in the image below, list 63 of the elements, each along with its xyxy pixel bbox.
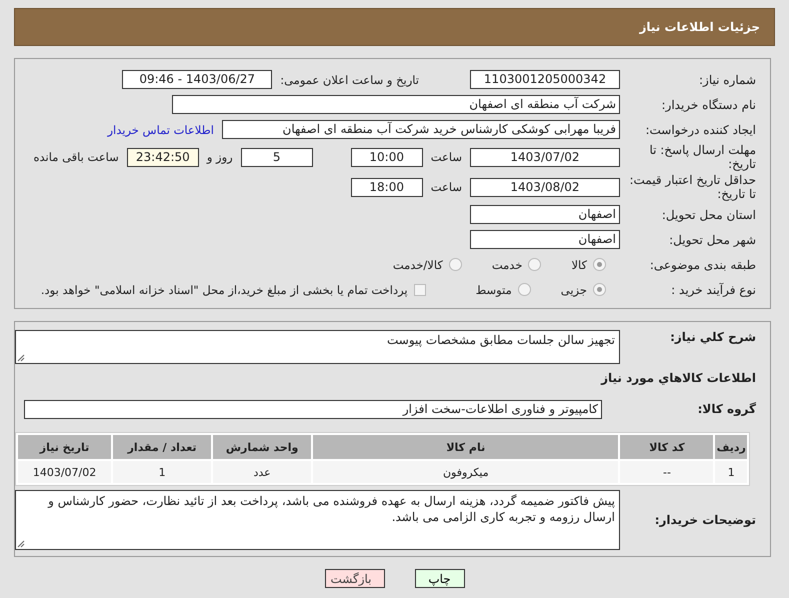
field-label: نوع فرآیند خرید :: [670, 282, 757, 296]
notes-field: پیش فاکتور ضمیمه گردد، هزینه ارسال به عهده فروشنده می باشد، پرداخت بعد از تائید نظارت، حضور کارشناس و ارسال رزومه و تجربه کاری الزامی می باشد.: [15, 490, 620, 550]
field-label: شرح کلي نیاز:: [669, 330, 757, 344]
field-label: توضیحات خریدار:: [654, 513, 757, 527]
print-button[interactable]: چاپ: [414, 569, 464, 588]
date-field: 1403/08/02: [470, 178, 620, 196]
column-header: نام کالا: [313, 435, 618, 459]
table-cell: --: [620, 461, 714, 483]
column-header: کد کالا: [620, 435, 714, 459]
announce-date-field: 1403/06/27 - 09:46: [122, 70, 272, 89]
radio-label: خدمت: [492, 258, 522, 272]
radio-button[interactable]: [528, 258, 542, 271]
time-field: 18:00: [350, 178, 423, 196]
back-button[interactable]: بازگشت: [324, 569, 384, 588]
field-label: مهلت ارسال پاسخ: تا تاریخ:: [648, 143, 757, 171]
contact-link[interactable]: اطلاعات تماس خریدار: [107, 122, 214, 136]
table-cell: 1: [113, 461, 212, 483]
goods-group-field: کامپیوتر و فناوری اطلاعات-سخت افزار: [24, 400, 602, 418]
table-cell: 1: [715, 461, 747, 483]
table-cell: میکروفون: [313, 461, 618, 483]
checkbox[interactable]: [414, 284, 426, 296]
radio-button[interactable]: [593, 258, 606, 271]
field-label: تاریخ و ساعت اعلان عمومی:: [280, 72, 419, 86]
buyer-field: شرکت آب منطقه ای اصفهان: [172, 95, 620, 114]
section-heading: اطلاعات کالاهاي مورد نیاز: [601, 371, 757, 385]
field-label: ایجاد کننده درخواست:: [644, 122, 757, 136]
column-header: ردیف: [715, 435, 747, 459]
field-label: روز و: [206, 150, 233, 164]
resize-grip-icon[interactable]: [17, 354, 25, 362]
column-header: تاریخ نیاز: [18, 435, 112, 459]
need-number-field: 1103001205000342: [470, 70, 620, 89]
radio-label: کالا/خدمت: [392, 258, 443, 272]
field-label: حداقل تاریخ اعتبار قیمت: تا تاریخ:: [628, 173, 757, 201]
days-field: 5: [240, 148, 313, 166]
province-field: اصفهان: [470, 205, 620, 224]
radio-button[interactable]: [518, 283, 531, 296]
column-header: واحد شمارش: [213, 435, 312, 459]
page-title: جزئیات اطلاعات نیاز: [14, 8, 775, 46]
time-field: 10:00: [350, 148, 423, 166]
field-label: استان محل تحویل:: [660, 208, 757, 222]
checkbox-label: پرداخت تمام یا بخشی از مبلغ خرید،از محل "اسناد خزانه اسلامی" خواهد بود.: [40, 282, 408, 296]
date-field: 1403/07/02: [470, 148, 620, 166]
resize-grip-icon[interactable]: [17, 540, 25, 548]
field-label: گروه کالا:: [696, 402, 757, 416]
table-cell: عدد: [213, 461, 312, 483]
field-label: طبقه بندی موضوعی:: [648, 258, 757, 272]
remaining-time-field: 23:42:50: [126, 148, 199, 166]
field-label: ساعت: [430, 180, 462, 194]
field-label: ساعت باقی مانده: [34, 150, 119, 164]
creator-field: فریبا مهرابی کوشکی کارشناس خرید شرکت آب منطقه ای اصفهان: [222, 120, 620, 139]
radio-button[interactable]: [593, 283, 606, 296]
column-header: تعداد / مقدار: [113, 435, 212, 459]
city-field: اصفهان: [470, 230, 620, 249]
field-label: ساعت: [430, 150, 462, 164]
field-label: نام دستگاه خریدار:: [660, 98, 757, 112]
radio-button[interactable]: [448, 258, 462, 271]
table-cell: 1403/07/02: [18, 461, 112, 483]
description-field: تجهیز سالن جلسات مطابق مشخصات پیوست: [15, 330, 620, 364]
radio-label: متوسط: [476, 282, 512, 296]
field-label: شماره نیاز:: [698, 72, 757, 86]
radio-label: جزیی: [560, 282, 587, 296]
field-label: شهر محل تحویل:: [668, 232, 757, 246]
radio-label: کالا: [571, 258, 587, 272]
